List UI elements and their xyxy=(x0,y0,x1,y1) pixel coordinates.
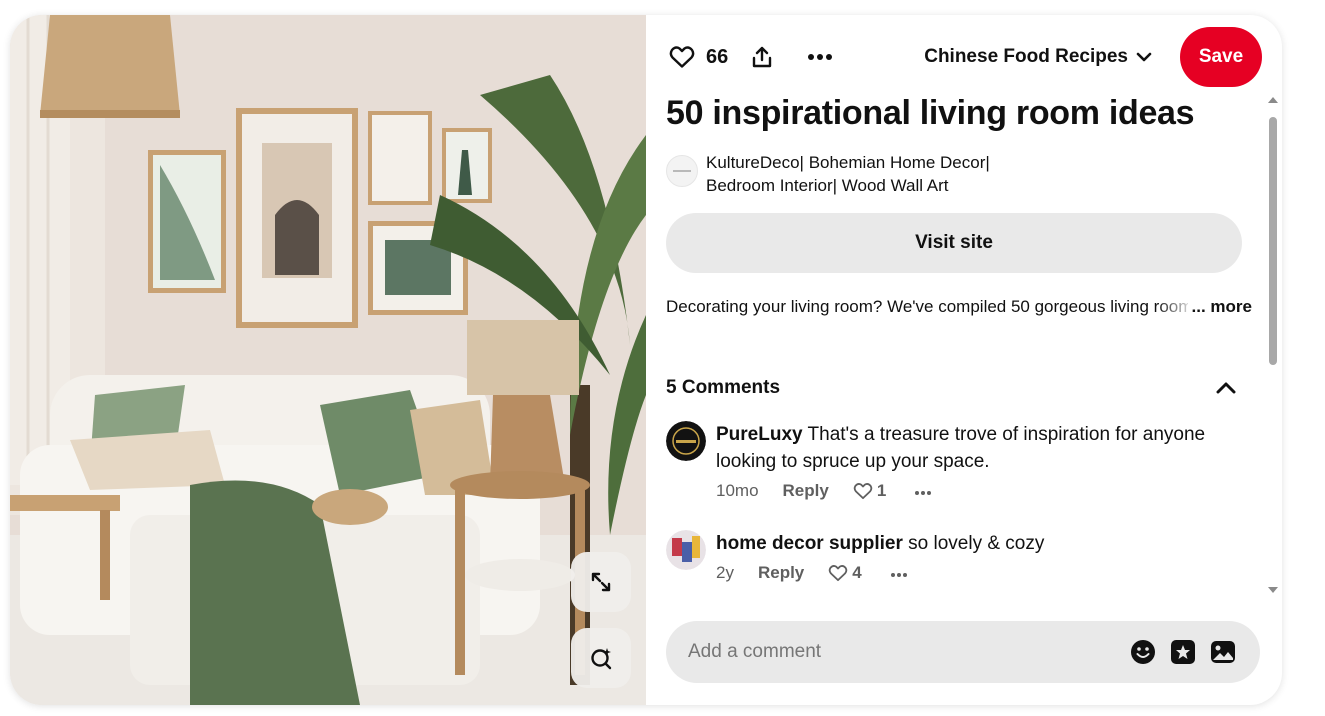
expand-button[interactable] xyxy=(571,552,631,612)
sticker-icon xyxy=(1171,640,1195,664)
heart-outline-icon xyxy=(853,482,873,499)
comment-meta: 10mo Reply 1 xyxy=(716,477,1246,504)
comment-body: PureLuxy That's a treasure trove of insp… xyxy=(716,421,1246,504)
comments-header[interactable]: 5 Comments xyxy=(666,377,1236,399)
commenter-avatar[interactable] xyxy=(666,421,706,461)
comment-body: home decor supplier so lovely & cozy 2y … xyxy=(716,530,1246,586)
comment-like-count: 1 xyxy=(876,481,887,500)
visual-search-icon xyxy=(591,648,612,670)
reply-button[interactable]: Reply xyxy=(758,559,804,586)
pin-description: Decorating your living room? We've compi… xyxy=(666,295,1252,319)
scroll-up-arrow-icon[interactable] xyxy=(1266,95,1280,105)
more-options-button[interactable] xyxy=(802,39,838,75)
reply-button[interactable]: Reply xyxy=(783,477,829,504)
comment-username[interactable]: home decor supplier xyxy=(716,533,903,554)
pin-details-pane: 66 Chinese Food Recipes Save 50 inspirat… xyxy=(646,15,1282,705)
commenter-avatar[interactable] xyxy=(666,530,706,570)
chevron-down-icon xyxy=(1136,52,1152,62)
add-comment-bar xyxy=(666,621,1260,683)
pin-closeup-card: 66 Chinese Food Recipes Save 50 inspirat… xyxy=(10,15,1282,705)
heart-outline-icon xyxy=(829,564,848,581)
comment-like-button[interactable]: 1 xyxy=(853,477,886,504)
photo-button[interactable] xyxy=(1208,637,1238,667)
comment-meta: 2y Reply 4 xyxy=(716,559,1246,586)
pin-title: 50 inspirational living room ideas xyxy=(666,94,1195,132)
comment-age: 10mo xyxy=(716,481,759,500)
living-room-photo xyxy=(10,15,646,705)
share-upload-icon xyxy=(753,46,772,68)
home-decor-avatar-icon xyxy=(666,530,706,570)
visual-search-button[interactable] xyxy=(571,628,631,688)
pin-image[interactable] xyxy=(10,15,646,705)
ellipsis-icon xyxy=(890,573,907,577)
share-button[interactable] xyxy=(744,39,780,75)
expand-arrows-icon xyxy=(591,572,611,592)
comments-count: 5 Comments xyxy=(666,377,781,398)
pin-action-bar: 66 Chinese Food Recipes Save xyxy=(664,27,1262,87)
chevron-up-icon[interactable] xyxy=(1216,382,1236,394)
comment-more-button[interactable] xyxy=(914,477,932,504)
photo-icon xyxy=(1211,641,1235,663)
comment-like-button[interactable]: 4 xyxy=(828,559,862,586)
comment-text: so lovely & cozy xyxy=(908,533,1045,554)
author-logo-icon xyxy=(673,170,691,172)
ellipsis-icon xyxy=(808,54,833,60)
comment-age: 2y xyxy=(716,563,734,582)
description-text: Decorating your living room? We've compi… xyxy=(666,297,1238,316)
like-button[interactable] xyxy=(664,39,700,75)
more-link[interactable]: ... more xyxy=(1187,295,1252,319)
board-selector[interactable]: Chinese Food Recipes xyxy=(924,46,1180,68)
pin-author[interactable]: KultureDeco| Bohemian Home Decor| Bedroo… xyxy=(666,151,1254,197)
author-avatar[interactable] xyxy=(666,155,698,187)
scrollbar-thumb[interactable] xyxy=(1269,117,1277,365)
scroll-down-arrow-icon[interactable] xyxy=(1266,585,1280,595)
save-button[interactable]: Save xyxy=(1180,27,1262,87)
comment-username[interactable]: PureLuxy xyxy=(716,424,803,445)
author-name[interactable]: KultureDeco| Bohemian Home Decor| Bedroo… xyxy=(706,151,1006,197)
board-name: Chinese Food Recipes xyxy=(924,46,1128,67)
emoji-icon xyxy=(1131,640,1155,664)
comment-item: PureLuxy That's a treasure trove of insp… xyxy=(666,421,1254,504)
ellipsis-icon xyxy=(915,491,932,495)
comment-more-button[interactable] xyxy=(890,559,908,586)
pureluxy-avatar-icon xyxy=(666,421,706,461)
details-scrollbar[interactable] xyxy=(1266,95,1280,595)
emoji-button[interactable] xyxy=(1128,637,1158,667)
visit-site-button[interactable]: Visit site xyxy=(666,213,1242,273)
heart-outline-icon xyxy=(669,46,695,68)
like-count: 66 xyxy=(706,45,729,68)
comment-input[interactable] xyxy=(688,641,1118,663)
sticker-button[interactable] xyxy=(1168,637,1198,667)
comment-like-count: 4 xyxy=(852,563,862,582)
pin-details-scroll-area[interactable]: 50 inspirational living room ideas Kultu… xyxy=(666,93,1254,603)
comment-item: home decor supplier so lovely & cozy 2y … xyxy=(666,530,1254,586)
